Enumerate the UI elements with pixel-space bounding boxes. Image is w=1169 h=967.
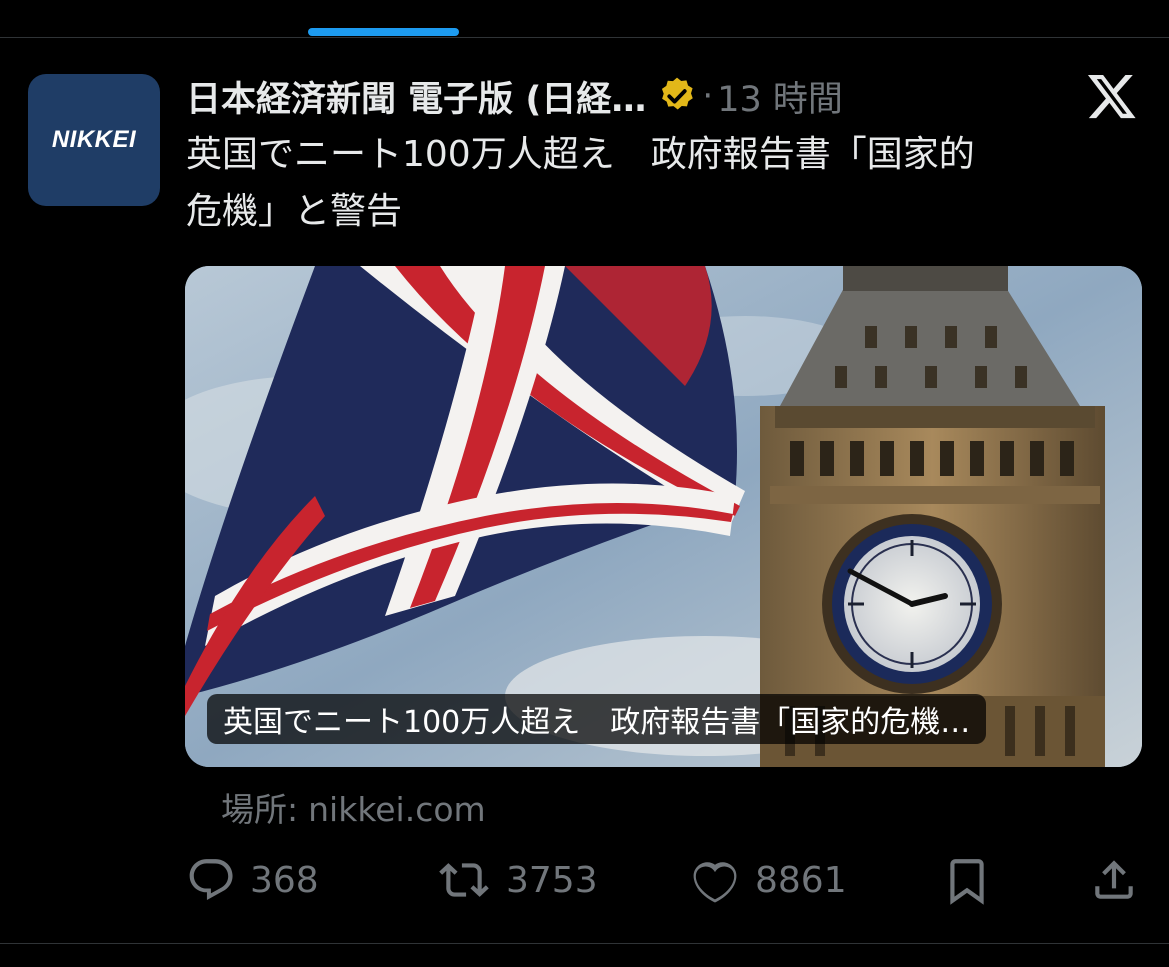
like-button[interactable]: 8861 bbox=[689, 850, 847, 910]
avatar-logo-text: NIKKEI bbox=[51, 126, 137, 153]
heart-icon bbox=[689, 855, 741, 905]
card-title: 英国でニート100万人超え 政府報告書「国家的危機… bbox=[223, 705, 971, 740]
bookmark-icon bbox=[942, 855, 992, 905]
link-source[interactable]: 場所: nikkei.com bbox=[221, 783, 486, 831]
tweet-text: 英国でニート100万人超え 政府報告書「国家的 危機」と警告 bbox=[186, 134, 975, 232]
verified-badge-icon[interactable] bbox=[656, 75, 698, 117]
card-image-union-jack-big-ben bbox=[185, 266, 1142, 767]
author-name[interactable]: 日本経済新聞 電子版 (日経… bbox=[186, 71, 646, 122]
action-bar: 368 3753 8861 bbox=[186, 850, 1141, 910]
reply-icon bbox=[186, 855, 236, 905]
active-tab-indicator bbox=[308, 28, 459, 36]
bottom-divider bbox=[0, 943, 1169, 944]
share-button[interactable] bbox=[1089, 850, 1139, 910]
reply-button[interactable]: 368 bbox=[186, 850, 319, 910]
retweet-button[interactable]: 3753 bbox=[436, 850, 598, 910]
card-title-overlay: 英国でニート100万人超え 政府報告書「国家的危機… bbox=[207, 694, 987, 744]
header-separator: · bbox=[702, 76, 714, 116]
source-label: 場所: bbox=[221, 790, 299, 829]
retweet-count: 3753 bbox=[506, 859, 598, 901]
share-icon bbox=[1089, 855, 1139, 905]
tweet-time[interactable]: 13 時間 bbox=[717, 71, 843, 122]
x-logo-icon[interactable] bbox=[1086, 70, 1138, 122]
source-domain: nikkei.com bbox=[308, 790, 486, 829]
bookmark-button[interactable] bbox=[942, 850, 992, 910]
like-count: 8861 bbox=[755, 859, 847, 901]
retweet-icon bbox=[436, 855, 492, 905]
tweet-header: 日本経済新聞 電子版 (日経… · 13 時間 bbox=[186, 70, 843, 122]
avatar[interactable]: NIKKEI bbox=[28, 74, 160, 206]
reply-count: 368 bbox=[250, 859, 319, 901]
top-bar bbox=[0, 0, 1169, 38]
link-card[interactable]: 英国でニート100万人超え 政府報告書「国家的危機… bbox=[185, 266, 1142, 767]
